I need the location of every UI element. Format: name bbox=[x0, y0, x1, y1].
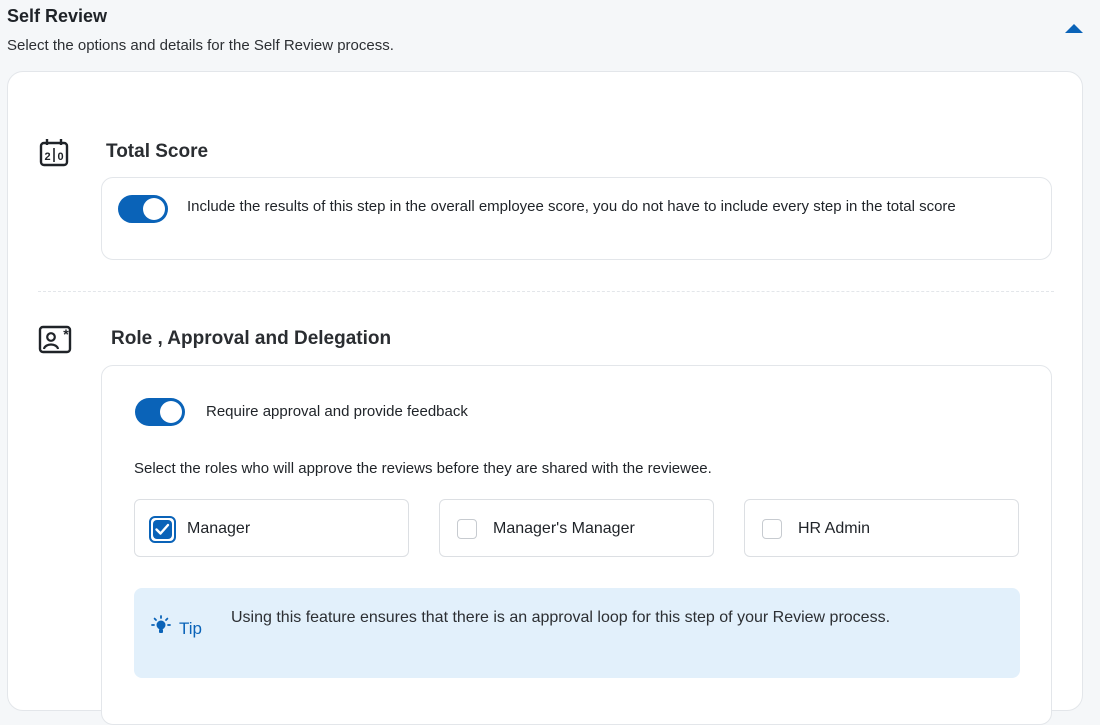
role-option-hr-admin[interactable]: HR Admin bbox=[744, 499, 1019, 557]
require-approval-toggle[interactable] bbox=[135, 398, 185, 426]
role-approval-title: Role , Approval and Delegation bbox=[111, 328, 392, 349]
managers-manager-checkbox[interactable] bbox=[457, 519, 477, 539]
tip-box: Tip Using this feature ensures that ther… bbox=[134, 588, 1020, 678]
role-label-managers-manager: Manager's Manager bbox=[493, 520, 635, 537]
section-title: Self Review bbox=[7, 6, 108, 26]
total-score-box: Include the results of this step in the … bbox=[101, 177, 1052, 260]
section-divider bbox=[38, 291, 1054, 292]
section-subtitle: Select the options and details for the S… bbox=[7, 37, 394, 54]
hr-admin-checkbox[interactable] bbox=[762, 519, 782, 539]
require-approval-label: Require approval and provide feedback bbox=[206, 403, 468, 420]
role-label-hr-admin: HR Admin bbox=[798, 520, 871, 537]
tip-text: Using this feature ensures that there is… bbox=[231, 609, 891, 626]
role-label-manager: Manager bbox=[187, 520, 251, 537]
checkmark-icon bbox=[155, 523, 170, 535]
total-score-title: Total Score bbox=[106, 141, 209, 162]
role-option-manager[interactable]: Manager bbox=[134, 499, 409, 557]
lightbulb-icon bbox=[150, 615, 172, 637]
tip-label: Tip bbox=[179, 619, 202, 638]
total-score-description: Include the results of this step in the … bbox=[187, 198, 956, 215]
collapse-button[interactable] bbox=[1064, 20, 1084, 36]
scoreboard-icon: 2 0 bbox=[38, 136, 70, 168]
role-option-managers-manager[interactable]: Manager's Manager bbox=[439, 499, 714, 557]
total-score-toggle[interactable] bbox=[118, 195, 168, 223]
settings-card: 2 0 Total Score Include the results of t… bbox=[7, 71, 1083, 725]
contact-card-icon: * bbox=[38, 324, 72, 356]
self-review-header: Self Review Select the options and detai… bbox=[7, 6, 1097, 66]
toggle-knob bbox=[160, 401, 182, 423]
manager-checkbox[interactable] bbox=[149, 516, 176, 543]
svg-text:0: 0 bbox=[57, 151, 63, 163]
svg-text:2: 2 bbox=[44, 151, 50, 163]
chevron-up-icon bbox=[1065, 24, 1083, 33]
roles-instructions: Select the roles who will approve the re… bbox=[134, 460, 712, 477]
toggle-knob bbox=[143, 198, 165, 220]
svg-text:*: * bbox=[63, 326, 69, 342]
